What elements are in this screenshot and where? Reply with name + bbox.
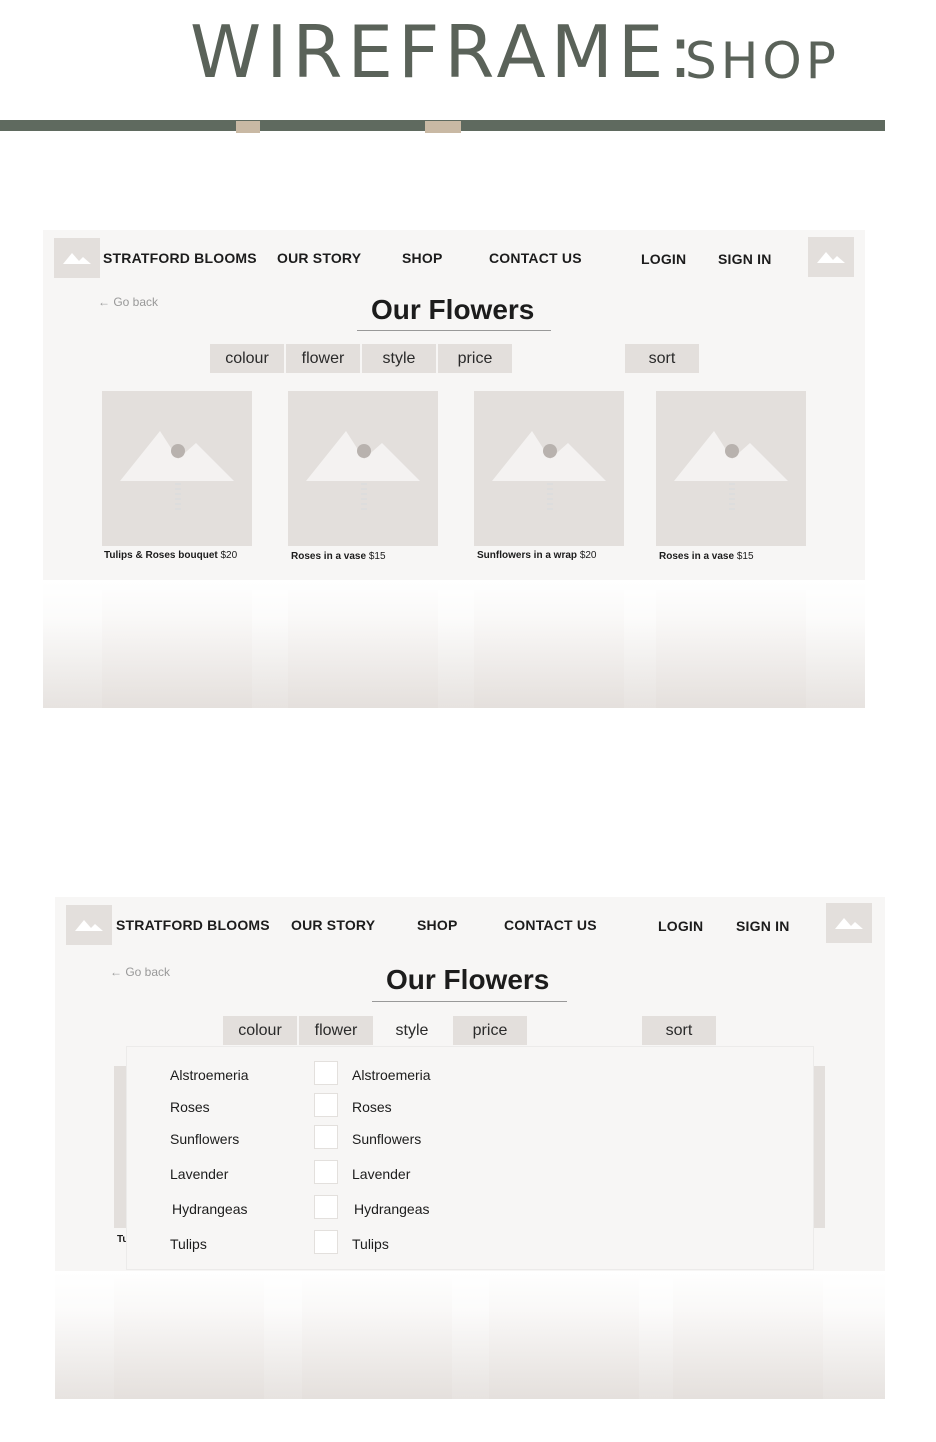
nav-login[interactable]: LOGIN	[641, 251, 686, 267]
checkbox-label[interactable]: Tulips	[352, 1236, 389, 1252]
nav-login[interactable]: LOGIN	[658, 918, 703, 934]
product-name: Roses in a vase	[659, 551, 735, 562]
option-label[interactable]: Alstroemeria	[170, 1067, 249, 1083]
mountain-image-icon	[75, 920, 103, 931]
product-price: $20	[579, 550, 597, 561]
product-price: $20	[220, 550, 238, 561]
divider-decoration	[236, 121, 260, 133]
option-label[interactable]: Hydrangeas	[172, 1201, 248, 1217]
filter-price[interactable]: price	[453, 1016, 527, 1045]
flower-filter-dropdown: Alstroemeria Roses Sunflowers Lavender H…	[127, 1047, 813, 1269]
mountain-image-icon	[306, 431, 420, 511]
checkbox-label[interactable]: Roses	[352, 1099, 392, 1115]
product-name: Tulips & Roses bouquet	[104, 550, 218, 561]
nav-our-story[interactable]: OUR STORY	[277, 250, 361, 266]
product-card[interactable]	[474, 391, 624, 546]
cart-placeholder-right[interactable]	[826, 903, 872, 943]
product-name: Roses in a vase	[291, 551, 367, 562]
option-checkbox[interactable]	[314, 1093, 338, 1117]
mountain-image-icon	[492, 431, 606, 511]
product-caption[interactable]: Tulips & Roses bouquet $20	[104, 550, 237, 561]
go-back-link[interactable]: ← Go back	[110, 965, 170, 979]
logo-placeholder-left[interactable]	[54, 238, 100, 278]
option-label[interactable]: Lavender	[170, 1166, 228, 1182]
option-checkbox[interactable]	[314, 1230, 338, 1254]
product-price: $15	[736, 551, 754, 562]
filter-colour[interactable]: colour	[223, 1016, 297, 1045]
mountain-image-icon	[835, 918, 863, 929]
page-title-underline	[357, 330, 551, 331]
checkbox-label[interactable]: Lavender	[352, 1166, 410, 1182]
product-caption[interactable]: Roses in a vase $15	[291, 551, 386, 562]
checkbox-label[interactable]: Hydrangeas	[354, 1201, 430, 1217]
sort-button[interactable]: sort	[625, 344, 699, 373]
filter-flower[interactable]: flower	[299, 1016, 373, 1045]
product-name: Sunflowers in a wrap	[477, 550, 578, 561]
option-label[interactable]: Sunflowers	[170, 1131, 239, 1147]
option-checkbox[interactable]	[314, 1125, 338, 1149]
filter-style[interactable]: style	[362, 344, 436, 373]
wireframe-subtitle: SHOP	[685, 32, 840, 90]
go-back-link[interactable]: ← Go back	[98, 295, 158, 309]
nav-brand[interactable]: STRATFORD BLOOMS	[116, 917, 270, 933]
page-title: Our Flowers	[386, 964, 550, 995]
scroll-fade	[55, 1271, 885, 1399]
shop-frame-default: STRATFORD BLOOMS OUR STORY SHOP CONTACT …	[43, 230, 865, 708]
product-card[interactable]	[288, 391, 438, 546]
nav-our-story[interactable]: OUR STORY	[291, 917, 375, 933]
shop-frame-flower-dropdown: STRATFORD BLOOMS OUR STORY SHOP CONTACT …	[55, 897, 885, 1399]
option-checkbox[interactable]	[314, 1195, 338, 1219]
scroll-fade	[43, 580, 865, 708]
product-caption[interactable]: Sunflowers in a wrap $20	[477, 550, 597, 561]
sort-button[interactable]: sort	[642, 1016, 716, 1045]
mountain-image-icon	[674, 431, 788, 511]
checkbox-label[interactable]: Alstroemeria	[352, 1067, 431, 1083]
filter-colour[interactable]: colour	[210, 344, 284, 373]
nav-shop[interactable]: SHOP	[402, 250, 442, 266]
product-card[interactable]	[656, 391, 806, 546]
nav-shop[interactable]: SHOP	[417, 917, 457, 933]
product-card-behind	[114, 1066, 127, 1228]
wireframe-title: WIREFRAME:	[190, 10, 698, 94]
nav-sign-in[interactable]: SIGN IN	[736, 918, 790, 934]
option-label[interactable]: Roses	[170, 1099, 210, 1115]
product-price: $15	[368, 551, 386, 562]
logo-placeholder-left[interactable]	[66, 905, 112, 945]
nav-brand[interactable]: STRATFORD BLOOMS	[103, 250, 257, 266]
filter-style[interactable]: style	[375, 1016, 449, 1045]
cart-placeholder-right[interactable]	[808, 237, 854, 277]
nav-contact-us[interactable]: CONTACT US	[489, 250, 582, 266]
nav-sign-in[interactable]: SIGN IN	[718, 251, 772, 267]
product-card-behind	[813, 1066, 825, 1228]
mountain-image-icon	[63, 253, 91, 264]
mountain-image-icon	[817, 252, 845, 263]
filter-price[interactable]: price	[438, 344, 512, 373]
option-checkbox[interactable]	[314, 1160, 338, 1184]
divider-decoration	[425, 121, 461, 133]
nav-contact-us[interactable]: CONTACT US	[504, 917, 597, 933]
filter-flower[interactable]: flower	[286, 344, 360, 373]
page-title-underline	[372, 1001, 567, 1002]
option-label[interactable]: Tulips	[170, 1236, 207, 1252]
product-caption[interactable]: Roses in a vase $15	[659, 551, 754, 562]
mountain-image-icon	[120, 431, 234, 511]
checkbox-label[interactable]: Sunflowers	[352, 1131, 421, 1147]
page-title: Our Flowers	[371, 294, 535, 325]
product-card[interactable]	[102, 391, 252, 546]
option-checkbox[interactable]	[314, 1061, 338, 1085]
